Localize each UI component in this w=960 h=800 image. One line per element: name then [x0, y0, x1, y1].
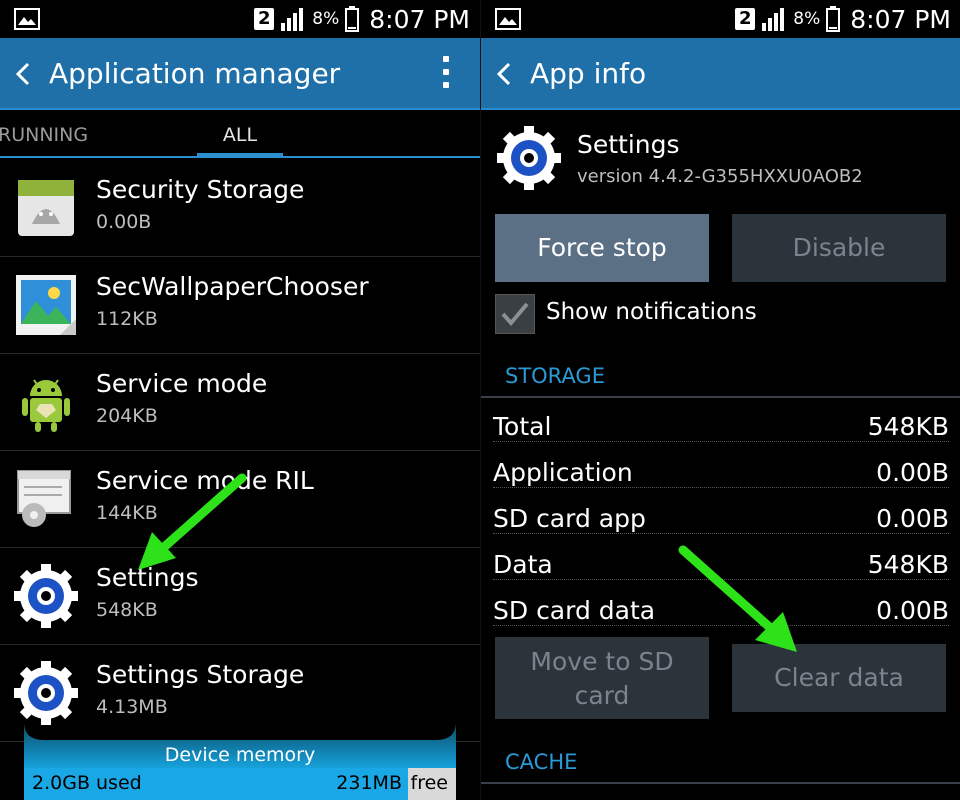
signal-icon — [281, 8, 304, 31]
battery-percent: 8% — [793, 9, 821, 29]
status-bar: 2 8% 8:07 PM — [0, 0, 480, 38]
app-size: 204KB — [96, 405, 158, 427]
settings-gear-icon — [497, 126, 561, 190]
app-size: 4.13MB — [96, 696, 168, 718]
storage-section-header: STORAGE — [481, 362, 960, 398]
storage-label: SD card data — [493, 596, 660, 625]
memory-free-text: 231MB — [336, 772, 402, 794]
force-stop-button[interactable]: Force stop — [495, 214, 709, 282]
app-info-screen: 2 8% 8:07 PM App info Settings version 4… — [480, 0, 960, 800]
row-leader-dots — [493, 533, 949, 534]
storage-value: 0.00B — [872, 458, 949, 487]
app-row-security-storage[interactable]: Security Storage 0.00B — [0, 160, 480, 257]
storage-label: Application — [493, 458, 637, 487]
show-notifications-label: Show notifications — [546, 299, 757, 325]
app-size: 112KB — [96, 308, 158, 330]
device-memory-label: Device memory — [164, 744, 316, 766]
application-manager-screen: 2 8% 8:07 PM Application manager RUNNING… — [0, 0, 480, 800]
battery-percent: 8% — [312, 9, 340, 29]
storage-value: 548KB — [863, 412, 949, 441]
app-name: SecWallpaperChooser — [96, 272, 369, 301]
tab-running[interactable]: RUNNING — [0, 110, 88, 158]
storage-label: Data — [493, 550, 557, 579]
annotation-arrow-icon — [678, 545, 797, 652]
row-leader-dots — [493, 487, 949, 488]
settings-gear-icon — [14, 564, 78, 628]
disable-button[interactable]: Disable — [732, 214, 946, 282]
app-name: Service mode — [96, 369, 268, 398]
action-bar: App info — [481, 38, 960, 110]
storage-row-total: Total 548KB — [493, 408, 949, 448]
storage-row-sd-card-app: SD card app 0.00B — [493, 500, 949, 540]
back-icon[interactable] — [14, 60, 32, 88]
move-to-sd-line-2: card — [574, 681, 630, 710]
storage-value: 0.00B — [872, 596, 949, 625]
storage-label: Total — [493, 412, 556, 441]
battery-icon — [345, 6, 360, 32]
memory-used-text: 2.0GB used — [32, 772, 142, 794]
page-title: App info — [530, 57, 647, 90]
app-size: 0.00B — [96, 211, 152, 233]
section-divider — [481, 782, 960, 784]
app-version: version 4.4.2-G355HXXU0AOB2 — [577, 166, 863, 187]
action-bar: Application manager — [0, 38, 480, 110]
app-list: Security Storage 0.00B SecWallpaperChoos… — [0, 160, 480, 742]
overflow-menu-icon[interactable] — [442, 56, 450, 92]
security-storage-icon — [18, 180, 74, 236]
gallery-notification-icon — [495, 8, 521, 30]
memory-usage-bar: 2.0GB used 231MB free — [24, 768, 456, 800]
cache-header-label: CACHE — [505, 750, 578, 774]
tab-all[interactable]: ALL — [197, 110, 283, 158]
app-row-secwallpaperchooser[interactable]: SecWallpaperChooser 112KB — [0, 257, 480, 354]
tab-indicator — [197, 153, 283, 158]
page-title: Application manager — [49, 57, 341, 90]
signal-icon — [762, 8, 785, 31]
android-icon — [22, 379, 70, 432]
clock: 8:07 PM — [369, 4, 470, 34]
storage-row-application: Application 0.00B — [493, 454, 949, 494]
section-divider — [481, 396, 960, 398]
settings-gear-icon — [14, 661, 78, 725]
app-size: 548KB — [96, 599, 158, 621]
storage-header-label: STORAGE — [505, 364, 605, 388]
back-icon[interactable] — [495, 60, 513, 88]
checkmark-icon — [501, 302, 529, 327]
service-mode-ril-icon — [17, 470, 71, 527]
wallpaper-chooser-icon — [16, 275, 76, 335]
status-bar: 2 8% 8:07 PM — [481, 0, 960, 38]
sim-slot-badge: 2 — [254, 8, 275, 30]
tab-bar: RUNNING ALL — [0, 110, 480, 158]
memory-free-word: free — [410, 772, 448, 794]
cache-section-header: CACHE — [481, 748, 960, 784]
battery-icon — [826, 6, 841, 32]
app-header: Settings version 4.4.2-G355HXXU0AOB2 — [481, 110, 960, 210]
clock: 8:07 PM — [850, 4, 951, 34]
row-leader-dots — [493, 441, 949, 442]
app-name: Settings Storage — [96, 660, 305, 689]
sim-slot-badge: 2 — [735, 8, 756, 30]
app-row-service-mode[interactable]: Service mode 204KB — [0, 354, 480, 451]
app-name: Settings — [577, 130, 680, 159]
app-name: Security Storage — [96, 175, 305, 204]
storage-value: 0.00B — [872, 504, 949, 533]
annotation-arrow-icon — [138, 473, 247, 570]
storage-label: SD card app — [493, 504, 650, 533]
gallery-notification-icon — [14, 8, 40, 30]
storage-value: 548KB — [863, 550, 949, 579]
show-notifications-checkbox[interactable] — [495, 294, 535, 334]
